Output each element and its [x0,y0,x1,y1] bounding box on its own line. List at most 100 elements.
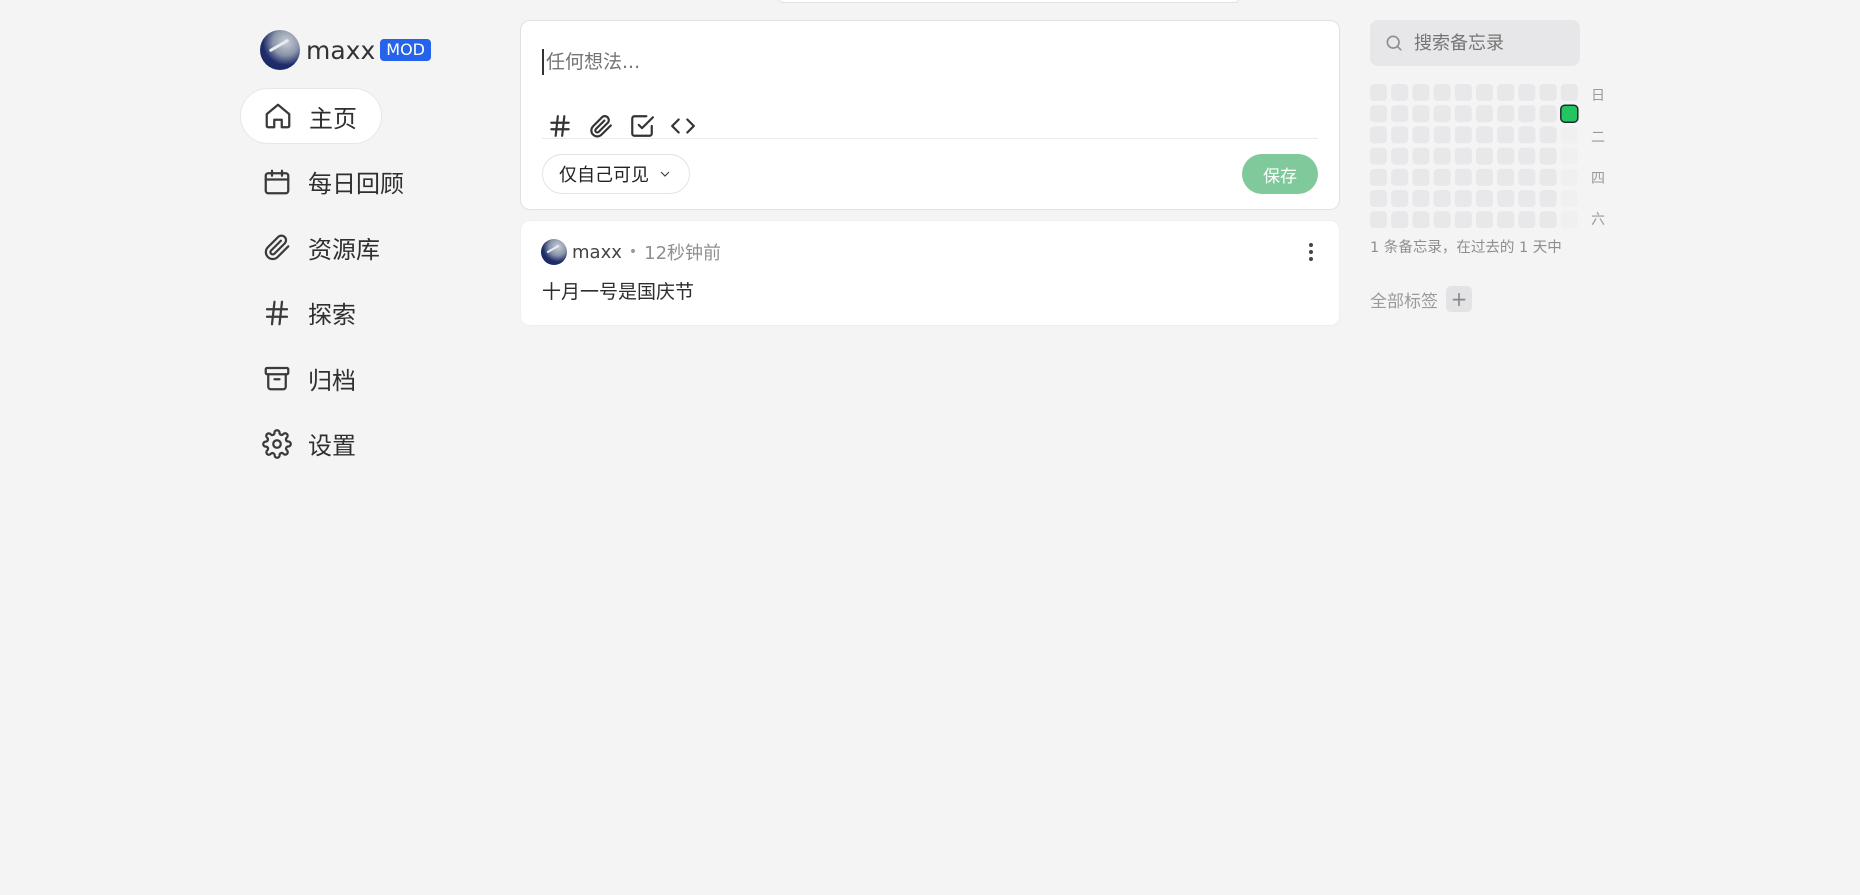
heatmap-cell[interactable] [1454,126,1472,144]
top-popover-edge [778,0,1240,3]
heatmap-cell[interactable] [1370,147,1387,165]
heatmap-cell[interactable] [1391,211,1409,228]
heatmap-cell[interactable] [1454,190,1472,207]
heatmap-cell[interactable] [1497,126,1515,144]
heatmap-cell[interactable] [1433,126,1451,144]
heatmap-cell[interactable] [1497,147,1515,165]
heatmap-cell[interactable] [1497,84,1515,101]
heatmap-cell[interactable] [1539,211,1557,228]
heatmap-cell[interactable] [1539,105,1557,123]
heatmap-cell[interactable] [1518,126,1536,144]
insert-tag-button[interactable] [547,113,573,139]
heatmap-cell[interactable] [1539,168,1557,186]
heatmap-cell[interactable] [1370,126,1387,144]
heatmap-cell[interactable] [1370,190,1387,207]
heatmap-cell[interactable] [1454,211,1472,228]
heatmap-cell[interactable] [1433,211,1451,228]
save-button[interactable]: 保存 [1242,154,1318,194]
heatmap-cell[interactable] [1518,84,1536,101]
hash-icon [265,300,289,325]
add-tag-button[interactable]: + [1446,286,1472,312]
more-options-button[interactable] [1301,241,1321,263]
heatmap-cell[interactable] [1454,105,1472,123]
memo-timestamp[interactable]: 12秒钟前 [644,239,721,265]
calendar-icon [264,169,290,194]
heatmap-cell[interactable] [1433,168,1451,186]
heatmap-cell[interactable] [1518,147,1536,165]
heatmap-cell[interactable] [1518,211,1536,228]
heatmap-cell[interactable] [1433,105,1451,123]
heatmap-cell[interactable] [1370,168,1387,186]
insert-code-button[interactable] [670,113,696,139]
sidebar-item-resources[interactable]: 资源库 [240,219,404,275]
heatmap-cell[interactable] [1497,190,1515,207]
heatmap-cell[interactable] [1370,105,1387,123]
heatmap-cell[interactable] [1412,126,1430,144]
editor-divider [542,138,1318,139]
heatmap-cell-future [1560,190,1578,207]
heatmap-cell[interactable] [1391,84,1409,101]
visibility-select[interactable]: 仅自己可见 [542,154,690,194]
heatmap-cell[interactable] [1412,84,1430,101]
memo-content: 十月一号是国庆节 [542,281,695,303]
heatmap-cell[interactable] [1412,211,1430,228]
app-root: maxx MOD 主页 每日回顾 资源库 探索 归档 设置 任何想法... 仅自… [0,0,1860,895]
weekday-label: 四 [1591,171,1605,187]
heatmap-cell[interactable] [1412,147,1430,165]
heatmap-cell[interactable] [1560,84,1578,101]
insert-checklist-button[interactable] [629,113,655,139]
sidebar-item-explore[interactable]: 探索 [240,285,380,341]
user-banner[interactable]: maxx MOD [240,20,510,80]
heatmap-cell[interactable] [1433,190,1451,207]
attach-file-button[interactable] [588,113,614,139]
heatmap-cell[interactable] [1497,211,1515,228]
heatmap-cell[interactable] [1476,190,1493,207]
heatmap-cell[interactable] [1497,105,1515,123]
search-input[interactable] [1414,32,1574,54]
heatmap-cell[interactable] [1433,84,1451,101]
heatmap-cell[interactable] [1539,126,1557,144]
heatmap-cell[interactable] [1412,168,1430,186]
heatmap-cell[interactable] [1539,190,1557,207]
heatmap-cell[interactable] [1476,211,1493,228]
heatmap-cell[interactable] [1476,84,1493,101]
heatmap-cell[interactable] [1454,84,1472,101]
memo-input[interactable] [542,49,1142,75]
heatmap-cell[interactable] [1391,126,1409,144]
heatmap-cell[interactable] [1433,147,1451,165]
heatmap-cell[interactable] [1370,84,1387,101]
search-box[interactable] [1370,20,1580,66]
heatmap-cell[interactable] [1370,211,1387,228]
heatmap-cell[interactable] [1539,147,1557,165]
editor-toolbar [547,113,696,139]
heatmap-cell[interactable] [1391,105,1409,123]
heatmap-cell-active[interactable] [1560,104,1579,123]
heatmap-cell[interactable] [1391,147,1409,165]
heatmap-cell[interactable] [1476,126,1493,144]
heatmap-cell[interactable] [1412,105,1430,123]
heatmap-cell[interactable] [1476,105,1493,123]
heatmap-cell[interactable] [1476,147,1493,165]
separator: • [628,244,638,260]
heatmap-cell[interactable] [1497,168,1515,186]
heatmap-cell[interactable] [1454,168,1472,186]
role-badge: MOD [380,39,431,61]
heatmap-cell[interactable] [1518,168,1536,186]
heatmap-cell[interactable] [1391,168,1409,186]
tags-section: 全部标签 + [1370,286,1472,312]
heatmap-cell[interactable] [1518,105,1536,123]
heatmap-cell[interactable] [1412,190,1430,207]
tags-title: 全部标签 [1370,291,1438,312]
avatar[interactable] [260,30,300,70]
visibility-value: 仅自己可见 [559,165,649,186]
heatmap-cell[interactable] [1454,147,1472,165]
sidebar-item-daily-review[interactable]: 每日回顾 [240,154,428,210]
heatmap-cell[interactable] [1539,84,1557,101]
heatmap-cell[interactable] [1476,168,1493,186]
heatmap-cell[interactable] [1518,190,1536,207]
sidebar-item-label: 探索 [308,301,356,329]
heatmap-cell[interactable] [1391,190,1409,207]
sidebar-item-settings[interactable]: 设置 [240,416,380,472]
sidebar-item-archive[interactable]: 归档 [240,350,380,406]
sidebar-item-home[interactable]: 主页 [240,88,382,144]
